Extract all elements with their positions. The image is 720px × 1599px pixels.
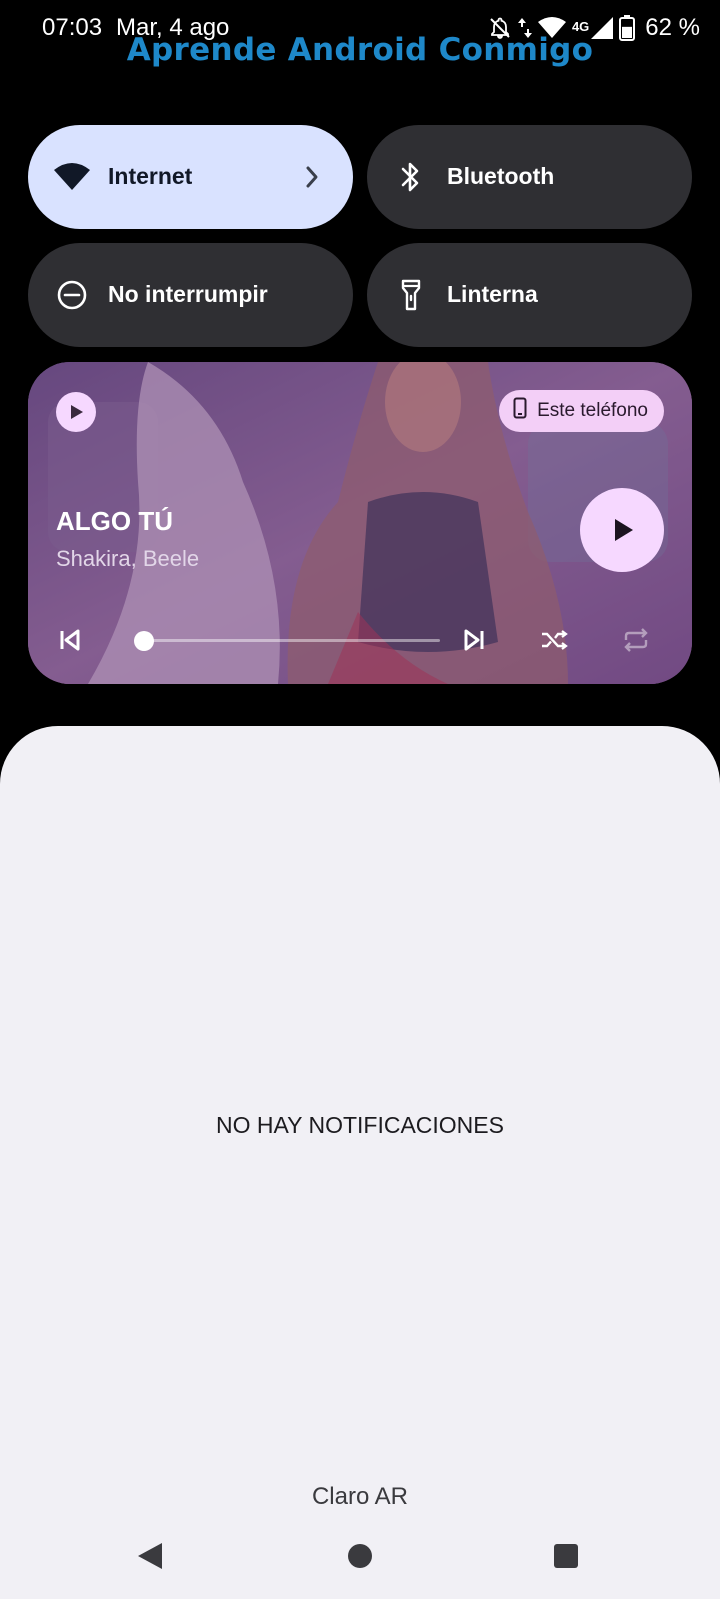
play-button[interactable] xyxy=(580,488,664,572)
notification-shade xyxy=(0,726,720,1599)
flashlight-icon xyxy=(393,277,429,313)
repeat-button[interactable] xyxy=(618,622,654,658)
no-notifications-text: NO HAY NOTIFICACIONES xyxy=(216,1112,504,1138)
tile-bluetooth-label: Bluetooth xyxy=(447,163,555,189)
next-track-button[interactable] xyxy=(456,622,492,658)
watermark-text: Aprende Android Conmigo xyxy=(126,32,594,68)
media-player-card[interactable]: Este teléfono ALGO TÚ Shakira, Beele xyxy=(28,362,692,684)
carrier-label: Claro AR xyxy=(311,1483,409,1510)
do-not-disturb-icon xyxy=(54,277,90,313)
tile-internet-label: Internet xyxy=(108,163,193,189)
media-app-play-icon[interactable] xyxy=(56,392,96,432)
back-button[interactable] xyxy=(130,1536,170,1576)
output-device-chip[interactable]: Este teléfono xyxy=(499,390,664,432)
progress-thumb[interactable] xyxy=(134,631,155,651)
shuffle-button[interactable] xyxy=(536,622,572,658)
tile-flashlight-label: Linterna xyxy=(447,281,538,307)
tile-do-not-disturb-label: No interrumpir xyxy=(108,281,268,307)
tile-bluetooth[interactable]: Bluetooth xyxy=(367,125,692,229)
tile-internet[interactable]: Internet xyxy=(28,125,353,229)
output-device-label: Este teléfono xyxy=(537,400,648,421)
previous-track-button[interactable] xyxy=(52,622,88,658)
chevron-right-icon xyxy=(303,163,323,191)
wifi-icon xyxy=(54,159,90,195)
tile-flashlight[interactable]: Linterna xyxy=(367,243,692,347)
bluetooth-icon xyxy=(393,159,429,195)
phone-icon xyxy=(513,397,527,425)
home-button[interactable] xyxy=(340,1536,380,1576)
recents-button[interactable] xyxy=(546,1536,586,1576)
media-controls xyxy=(28,620,692,660)
media-title: ALGO TÚ xyxy=(56,506,173,536)
tile-do-not-disturb[interactable]: No interrumpir xyxy=(28,243,353,347)
media-artist: Shakira, Beele xyxy=(56,546,200,571)
progress-slider[interactable] xyxy=(134,631,440,651)
